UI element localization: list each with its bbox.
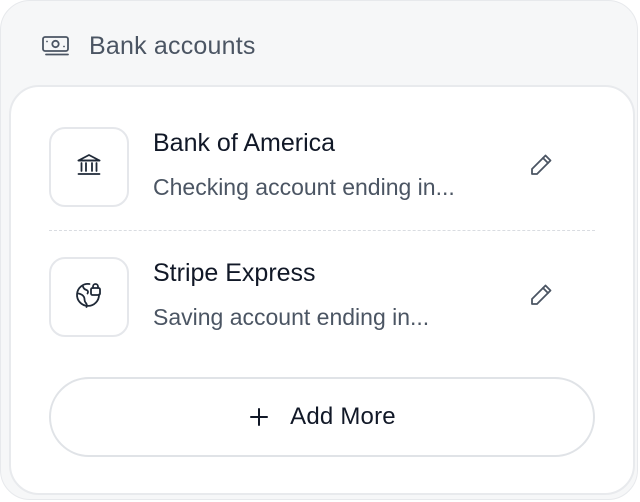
account-description: Checking account ending in...	[153, 174, 455, 200]
accounts-card: Bank of America Checking account ending …	[9, 85, 635, 495]
divider	[49, 230, 595, 231]
account-row-stripe-express: Stripe Express Saving account ending in.…	[49, 255, 595, 339]
pencil-icon	[528, 282, 554, 313]
account-icon-box	[49, 257, 129, 337]
account-description: Saving account ending in...	[153, 304, 430, 330]
add-more-button[interactable]: Add More	[49, 377, 595, 457]
panel-title: Bank accounts	[89, 31, 256, 60]
plus-icon	[248, 406, 270, 428]
pencil-icon	[528, 152, 554, 183]
bank-accounts-panel: Bank accounts Bank of America Checking a…	[0, 0, 638, 500]
panel-header: Bank accounts	[41, 29, 256, 63]
banknote-icon	[41, 34, 71, 58]
globe-lock-icon	[74, 280, 104, 315]
add-more-label: Add More	[290, 403, 396, 430]
edit-account-button[interactable]	[525, 281, 557, 313]
account-row-bank-of-america: Bank of America Checking account ending …	[49, 125, 595, 209]
account-name: Bank of America	[153, 129, 336, 157]
account-icon-box	[49, 127, 129, 207]
edit-account-button[interactable]	[525, 151, 557, 183]
bank-building-icon	[75, 151, 103, 184]
account-name: Stripe Express	[153, 259, 316, 287]
